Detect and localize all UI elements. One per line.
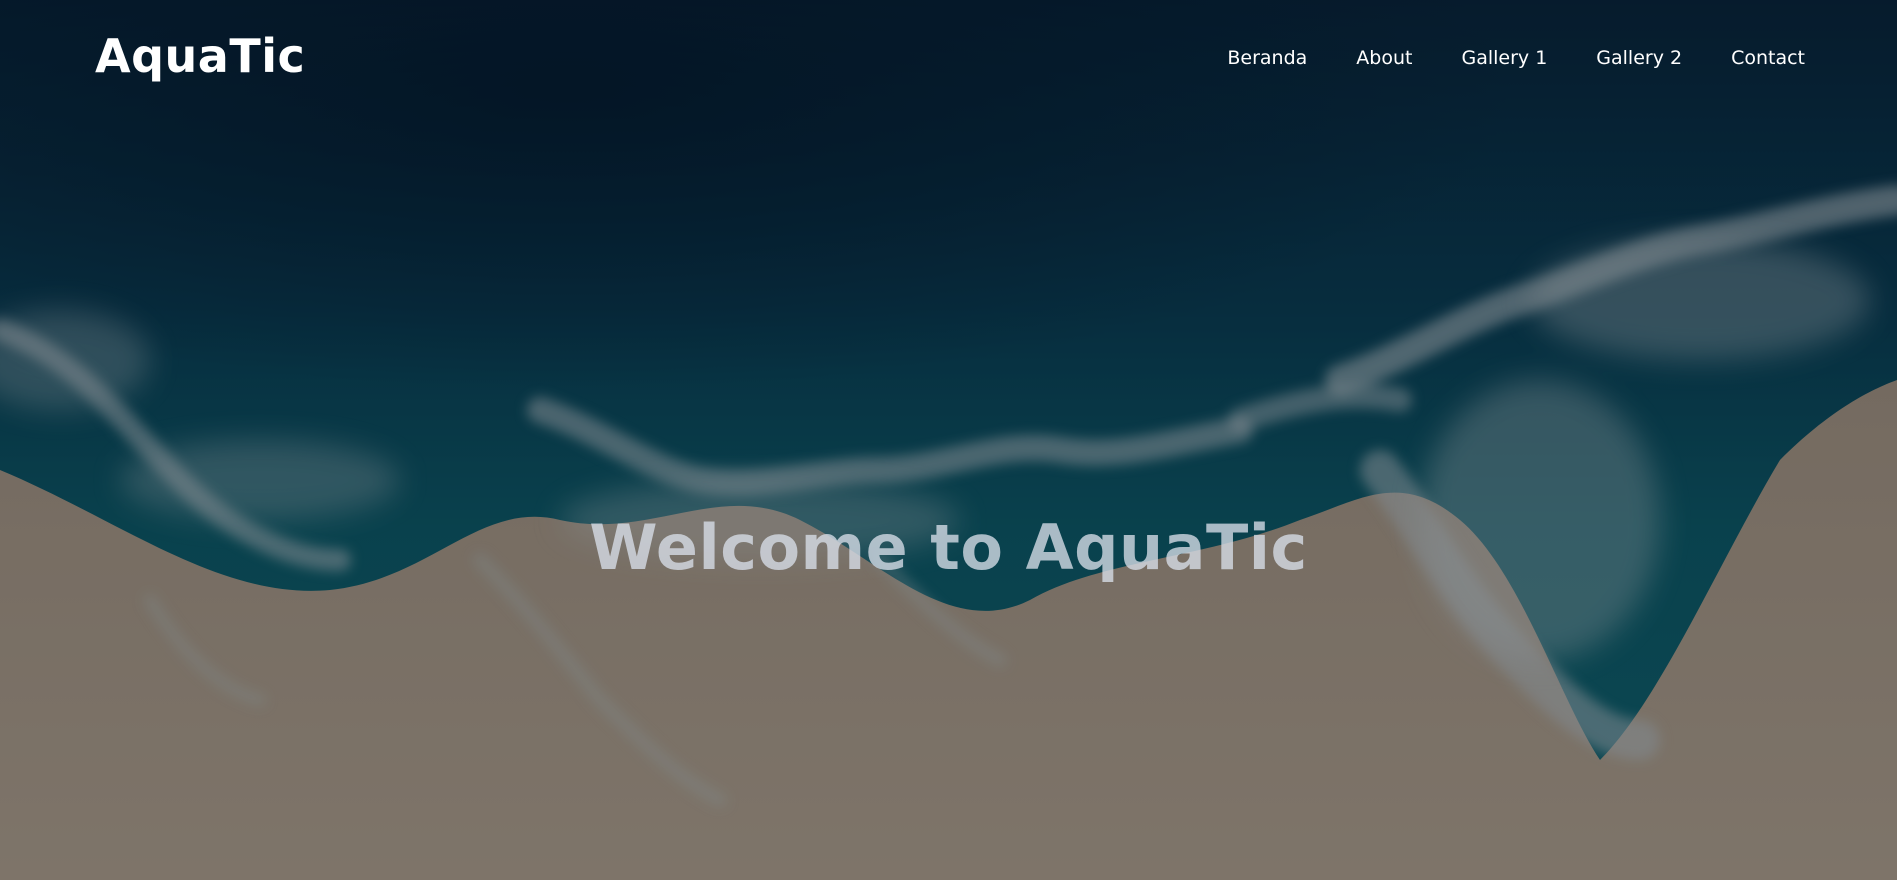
hero-section: AquaTic Beranda About Gallery 1 Gallery … [0,0,1897,880]
navbar: AquaTic Beranda About Gallery 1 Gallery … [0,0,1897,116]
nav-item-beranda: Beranda [1227,40,1307,76]
nav-menu: Beranda About Gallery 1 Gallery 2 Contac… [1227,40,1805,76]
nav-link-gallery-2[interactable]: Gallery 2 [1596,40,1682,76]
hero-title: Welcome to AquaTic [589,511,1308,584]
nav-link-contact[interactable]: Contact [1731,40,1805,76]
nav-item-contact: Contact [1731,40,1805,76]
dark-overlay [0,0,1897,880]
nav-item-about: About [1356,40,1412,76]
nav-item-gallery-2: Gallery 2 [1596,40,1682,76]
nav-link-beranda[interactable]: Beranda [1227,40,1307,76]
nav-item-gallery-1: Gallery 1 [1461,40,1547,76]
brand-logo[interactable]: AquaTic [95,26,305,86]
nav-link-about[interactable]: About [1356,40,1412,76]
nav-link-gallery-1[interactable]: Gallery 1 [1461,40,1547,76]
